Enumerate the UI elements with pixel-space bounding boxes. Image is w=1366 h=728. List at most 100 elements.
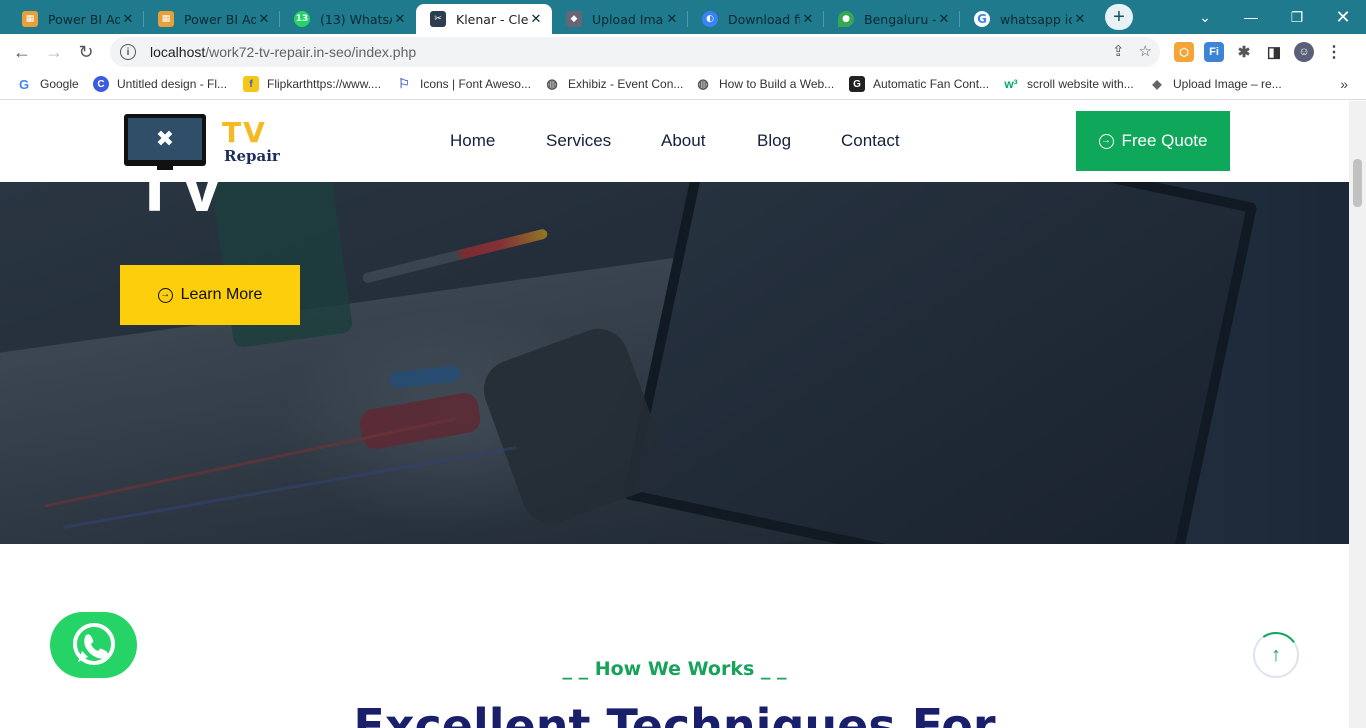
tab-title: (13) WhatsApp	[320, 11, 392, 27]
close-tab-icon[interactable]: ✕	[120, 12, 136, 27]
nav-contact[interactable]: Contact	[841, 131, 900, 151]
tab-title: Power BI Admi	[184, 11, 256, 27]
tab-title: whatsapp icon	[1000, 11, 1072, 27]
side-panel-icon[interactable]: ◨	[1264, 42, 1284, 62]
g-letter-icon: G	[849, 76, 865, 92]
tab-power-bi-2[interactable]: ▦ Power BI Admi ✕	[144, 4, 280, 34]
bookmark-label: Upload Image – re...	[1173, 77, 1282, 91]
tab-title: Klenar - Clean	[456, 11, 528, 27]
close-tab-icon[interactable]: ✕	[936, 12, 952, 27]
repair-tools-icon: ✖	[155, 126, 175, 151]
logo-text-tv: TV	[222, 116, 267, 149]
bookmark-untitled-design[interactable]: C Untitled design - Fl...	[93, 76, 227, 92]
bookmark-scroll-website[interactable]: w³ scroll website with...	[1003, 76, 1134, 92]
reload-button[interactable]: ↻	[72, 38, 100, 66]
canva-icon: C	[93, 76, 109, 92]
close-tab-icon[interactable]: ✕	[528, 12, 544, 27]
globe-icon: ◍	[697, 76, 709, 91]
learn-more-button[interactable]: → Learn More	[120, 265, 300, 325]
nav-about[interactable]: About	[661, 131, 705, 151]
minimize-button[interactable]: —	[1228, 0, 1274, 34]
bookmark-flipkart[interactable]: f Flipkarthttps://www....	[243, 76, 381, 92]
arrow-right-circle-icon: →	[157, 287, 173, 303]
learn-more-label: Learn More	[180, 286, 263, 303]
bookmark-label: How to Build a Web...	[719, 77, 835, 91]
bookmarks-bar: G Google C Untitled design - Fl... f Flipka…	[0, 70, 1366, 100]
powerbi-icon: ▦	[22, 11, 38, 27]
close-tab-icon[interactable]: ✕	[1072, 12, 1088, 27]
close-tab-icon[interactable]: ✕	[256, 12, 272, 27]
tab-title: Bengaluru - G	[864, 11, 936, 27]
tab-title: Power BI Admi	[48, 11, 120, 27]
w3-icon: w³	[1004, 77, 1018, 91]
close-tab-icon[interactable]: ✕	[392, 12, 408, 27]
bookmarks-overflow-button[interactable]: »	[1340, 76, 1348, 92]
profile-avatar[interactable]: ☺	[1294, 42, 1314, 62]
tab-upload-image[interactable]: ◆ Upload Image ✕	[552, 4, 688, 34]
tab-download-file[interactable]: ◐ Download file ✕	[688, 4, 824, 34]
page-scrollbar[interactable]	[1349, 101, 1366, 728]
nav-home[interactable]: Home	[450, 131, 495, 151]
extension-icon[interactable]: ⬡	[1174, 42, 1194, 62]
logo-text-repair: Repair	[224, 147, 280, 165]
tab-power-bi-1[interactable]: ▦ Power BI Admi ✕	[8, 4, 144, 34]
page-viewport: TV → Learn More ✖ TV Repair Home Service…	[0, 101, 1366, 728]
site-logo[interactable]: ✖ TV Repair	[124, 114, 284, 172]
tab-whatsapp[interactable]: 13 (13) WhatsApp ✕	[280, 4, 416, 34]
tab-klenar[interactable]: ✂ Klenar - Clean ✕	[416, 4, 552, 34]
tab-bengaluru-maps[interactable]: ● Bengaluru - G ✕	[824, 4, 960, 34]
bookmark-label: Flipkarthttps://www....	[267, 77, 382, 91]
flag-icon: ⚐	[398, 76, 410, 91]
flipkart-icon: f	[243, 76, 259, 92]
bookmark-build-web[interactable]: ◍ How to Build a Web...	[695, 76, 834, 92]
forward-button[interactable]: →	[40, 38, 68, 66]
new-tab-button[interactable]: +	[1105, 4, 1133, 30]
scrollbar-thumb[interactable]	[1353, 159, 1362, 207]
google-icon: G	[18, 76, 30, 92]
bookmark-google[interactable]: G Google	[16, 76, 79, 92]
back-button[interactable]: ←	[8, 38, 36, 66]
nav-services[interactable]: Services	[546, 131, 611, 151]
extension-fi-icon[interactable]: Fi	[1204, 42, 1224, 62]
site-header: ✖ TV Repair Home Services About Blog Con…	[0, 101, 1349, 182]
bookmark-label: scroll website with...	[1027, 77, 1134, 91]
site-info-icon[interactable]: i	[120, 44, 136, 60]
bookmark-label: Untitled design - Fl...	[117, 77, 228, 91]
bookmark-label: Google	[40, 77, 79, 91]
free-quote-label: Free Quote	[1121, 131, 1208, 150]
upload-icon: ◆	[1152, 77, 1162, 91]
download-icon: ◐	[702, 11, 718, 27]
powerbi-icon: ▦	[158, 11, 174, 27]
bookmark-label: Icons | Font Aweso...	[420, 77, 531, 91]
url-text[interactable]: localhost/work72-tv-repair.in-seo/index.…	[150, 44, 416, 60]
bookmark-fan-control[interactable]: G Automatic Fan Cont...	[849, 76, 989, 92]
bookmark-font-awesome[interactable]: ⚐ Icons | Font Aweso...	[396, 76, 531, 92]
bookmark-upload-image[interactable]: ◆ Upload Image – re...	[1149, 76, 1282, 92]
menu-kebab-icon[interactable]: ⋮	[1324, 42, 1344, 62]
extensions-puzzle-icon[interactable]: ✱	[1234, 42, 1254, 62]
globe-icon: ◍	[546, 76, 558, 91]
close-window-button[interactable]: ✕	[1320, 0, 1366, 34]
close-tab-icon[interactable]: ✕	[800, 12, 816, 27]
tab-whatsapp-icon-search[interactable]: G whatsapp icon ✕	[960, 4, 1096, 34]
upload-icon: ◆	[566, 11, 582, 27]
free-quote-button[interactable]: → Free Quote	[1076, 111, 1230, 171]
scroll-to-top-button[interactable]: ↑	[1249, 628, 1303, 682]
close-tab-icon[interactable]: ✕	[664, 12, 680, 27]
bookmark-star-icon[interactable]: ☆	[1139, 42, 1152, 60]
tab-search-chevron-icon[interactable]: ⌄	[1182, 0, 1228, 34]
address-bar[interactable]: i localhost/work72-tv-repair.in-seo/inde…	[110, 37, 1160, 67]
google-icon: G	[974, 11, 990, 27]
nav-blog[interactable]: Blog	[757, 131, 791, 151]
section-title: Excellent Techniques For	[353, 699, 996, 728]
klenar-icon: ✂	[430, 11, 446, 27]
bookmark-exhibiz[interactable]: ◍ Exhibiz - Event Con...	[544, 76, 683, 92]
whatsapp-icon: 13	[294, 11, 310, 27]
restore-button[interactable]: ❐	[1274, 0, 1320, 34]
bookmark-label: Automatic Fan Cont...	[873, 77, 990, 91]
whatsapp-float-button[interactable]	[50, 612, 137, 678]
browser-tab-bar: ▦ Power BI Admi ✕ ▦ Power BI Admi ✕ 13 (…	[0, 0, 1366, 34]
share-icon[interactable]: ⇪	[1112, 42, 1125, 60]
maps-icon: ●	[838, 11, 854, 27]
arrow-right-circle-icon: →	[1098, 133, 1114, 149]
